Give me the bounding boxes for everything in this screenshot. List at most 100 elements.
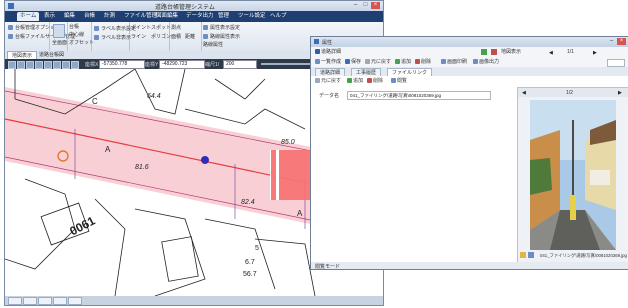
ribbon-group-labels: ラベル表示設定 ラベル非表示 — [91, 22, 136, 51]
zoom-out-icon[interactable] — [26, 61, 34, 69]
zoom-photo-icon[interactable] — [528, 252, 534, 258]
status-button-5[interactable] — [68, 297, 82, 305]
add-icon — [395, 59, 400, 65]
prev-record-icon[interactable]: ◀ — [549, 50, 553, 56]
tab-tools[interactable]: ツール設定 — [235, 12, 269, 21]
map-label-small1: 6.7 — [245, 259, 255, 266]
delete-record-icon[interactable] — [491, 49, 497, 55]
minimize-icon[interactable]: – — [351, 2, 360, 9]
map-label-sublot: 5 — [255, 245, 259, 252]
undo-button[interactable]: 元に戻す — [365, 58, 391, 66]
status-bar — [5, 296, 383, 305]
zoom-in-icon[interactable] — [17, 61, 25, 69]
screen-print-label: 画面印刷 — [447, 59, 468, 65]
ribbon-group-attributes: 属性表示設定 路線属性表示 路線属性 — [201, 22, 261, 51]
ribbon-centerline-button[interactable]: 中心線 — [69, 31, 84, 39]
attr-minimize-icon[interactable]: – — [607, 38, 616, 45]
ribbon-survey-button[interactable]: 測点 — [171, 24, 181, 32]
coord-y-field[interactable]: -48290.723 — [159, 60, 205, 69]
ribbon-route-button[interactable]: 路線属性 — [203, 41, 223, 49]
ribbon-label-hide-button[interactable]: ラベル非表示 — [94, 34, 131, 42]
status-button-4[interactable] — [53, 297, 67, 305]
ribbon-tabs: ホーム 表示 編集 台帳 計測 ファイル管理 図面編集 データ出力 管理 ツール… — [5, 11, 383, 22]
record-icon — [315, 49, 320, 55]
file-view-button[interactable]: 閲覧 — [391, 77, 407, 85]
ribbon-spot-button[interactable]: スポット — [151, 24, 171, 32]
scale-field[interactable]: 200 — [223, 60, 257, 69]
close-icon[interactable]: × — [371, 2, 380, 9]
tab-home[interactable]: ホーム — [17, 12, 40, 21]
select-tool-icon[interactable] — [35, 61, 43, 69]
attr-settings-label: 属性表示設定 — [210, 25, 241, 31]
blue-marker[interactable] — [201, 156, 209, 164]
photo-prev-icon[interactable]: ◀ — [522, 90, 526, 96]
status-button-3[interactable] — [38, 297, 52, 305]
record-page-counter: 1/1 — [567, 49, 574, 55]
ribbon-polygon-button[interactable]: ポリゴン — [151, 33, 171, 41]
tab-edit[interactable]: 編集 — [61, 12, 78, 21]
image-export-icon — [473, 59, 478, 65]
map-label-c: C — [92, 97, 98, 106]
file-view-label: 閲覧 — [397, 78, 408, 84]
tab-drawing[interactable]: 図面編集 — [153, 12, 181, 21]
ribbon-area-button[interactable]: 面積 — [171, 33, 181, 41]
record-label: 道路詳細 — [321, 49, 342, 55]
photo-counter: 1/2 — [566, 90, 573, 96]
tab-help[interactable]: ヘルプ — [267, 12, 290, 21]
ribbon-route-attr-button[interactable]: 路線属性表示 — [203, 33, 240, 41]
tab-export[interactable]: データ出力 — [183, 12, 217, 21]
image-export-button[interactable]: 画像出力 — [473, 58, 499, 66]
save-button[interactable]: 保存 — [345, 58, 361, 66]
tab-view[interactable]: 表示 — [41, 12, 58, 21]
delete-button[interactable]: 削除 — [415, 58, 431, 66]
coord-x-field[interactable]: -57350.778 — [99, 60, 145, 69]
mode-status: 閲覧モード — [315, 264, 341, 270]
map-label-a1: A — [105, 145, 111, 154]
add-label: 追加 — [401, 59, 412, 65]
maximize-icon[interactable]: □ — [361, 2, 370, 9]
option-icon — [8, 25, 13, 31]
ribbon-distance-button[interactable]: 距離 — [185, 33, 195, 41]
list-create-label: 一覧作成 — [321, 59, 342, 65]
map-display-button[interactable]: 地図表示 — [501, 48, 521, 56]
photo-next-icon[interactable]: ▶ — [618, 90, 622, 96]
title-bar: 道路台帳管理システム – □ × — [5, 1, 383, 11]
layer-icon[interactable] — [71, 61, 79, 69]
ribbon-group-settings: 台帳管理オプション 台帳ファイルサーバー管理 — [5, 22, 75, 51]
doc-tab-ledger-drawing[interactable]: 道路台帳図 — [35, 51, 68, 59]
photo-viewer: ◀ 1/2 ▶ 041_ファイリング\道路\写真\0081020369.jpg — [517, 87, 628, 263]
tab-measure[interactable]: 計測 — [101, 12, 118, 21]
tab-admin[interactable]: 管理 — [215, 12, 232, 21]
list-create-button[interactable]: 一覧作成 — [315, 58, 341, 66]
screen-print-button[interactable]: 画面印刷 — [441, 58, 467, 66]
file-undo-button[interactable]: 元に戻す — [315, 77, 341, 85]
ribbon-point-button[interactable]: ポイント — [131, 24, 151, 32]
view-select[interactable] — [607, 59, 625, 67]
status-button-1[interactable] — [8, 297, 22, 305]
file-add-button[interactable]: 追加 — [347, 77, 363, 85]
file-delete-button[interactable]: 削除 — [367, 77, 383, 85]
image-export-label: 画像出力 — [479, 59, 500, 65]
data-name-label: データ名 — [319, 93, 340, 99]
measure-tool-icon[interactable] — [44, 61, 52, 69]
ribbon-ledger-button[interactable]: 台帳 — [69, 23, 79, 31]
attr-app-icon — [314, 39, 319, 44]
next-record-icon[interactable]: ▶ — [593, 50, 597, 56]
add-button[interactable]: 追加 — [395, 58, 411, 66]
data-name-field[interactable]: 041_ファイリング\道路\写真\0081020369.jpg — [347, 91, 491, 100]
file-add-label: 追加 — [353, 78, 364, 84]
fullscreen-icon[interactable] — [53, 24, 65, 38]
street-photo[interactable] — [530, 100, 616, 250]
tab-ledger[interactable]: 台帳 — [81, 12, 98, 21]
map-label-elev4: 82.4 — [241, 199, 255, 206]
pan-tool-icon[interactable] — [8, 61, 16, 69]
attr-close-icon[interactable]: × — [617, 38, 626, 45]
refresh-icon[interactable] — [53, 61, 61, 69]
ribbon-attr-settings-button[interactable]: 属性表示設定 — [203, 24, 240, 32]
ribbon-line-button[interactable]: ライン — [131, 33, 146, 41]
map-link-icon[interactable] — [481, 49, 487, 55]
status-button-2[interactable] — [23, 297, 37, 305]
folder-icon[interactable] — [520, 252, 526, 258]
print-icon[interactable] — [62, 61, 70, 69]
photo-caption: 041_ファイリング\道路\写真\0081020369.jpg — [540, 253, 627, 258]
